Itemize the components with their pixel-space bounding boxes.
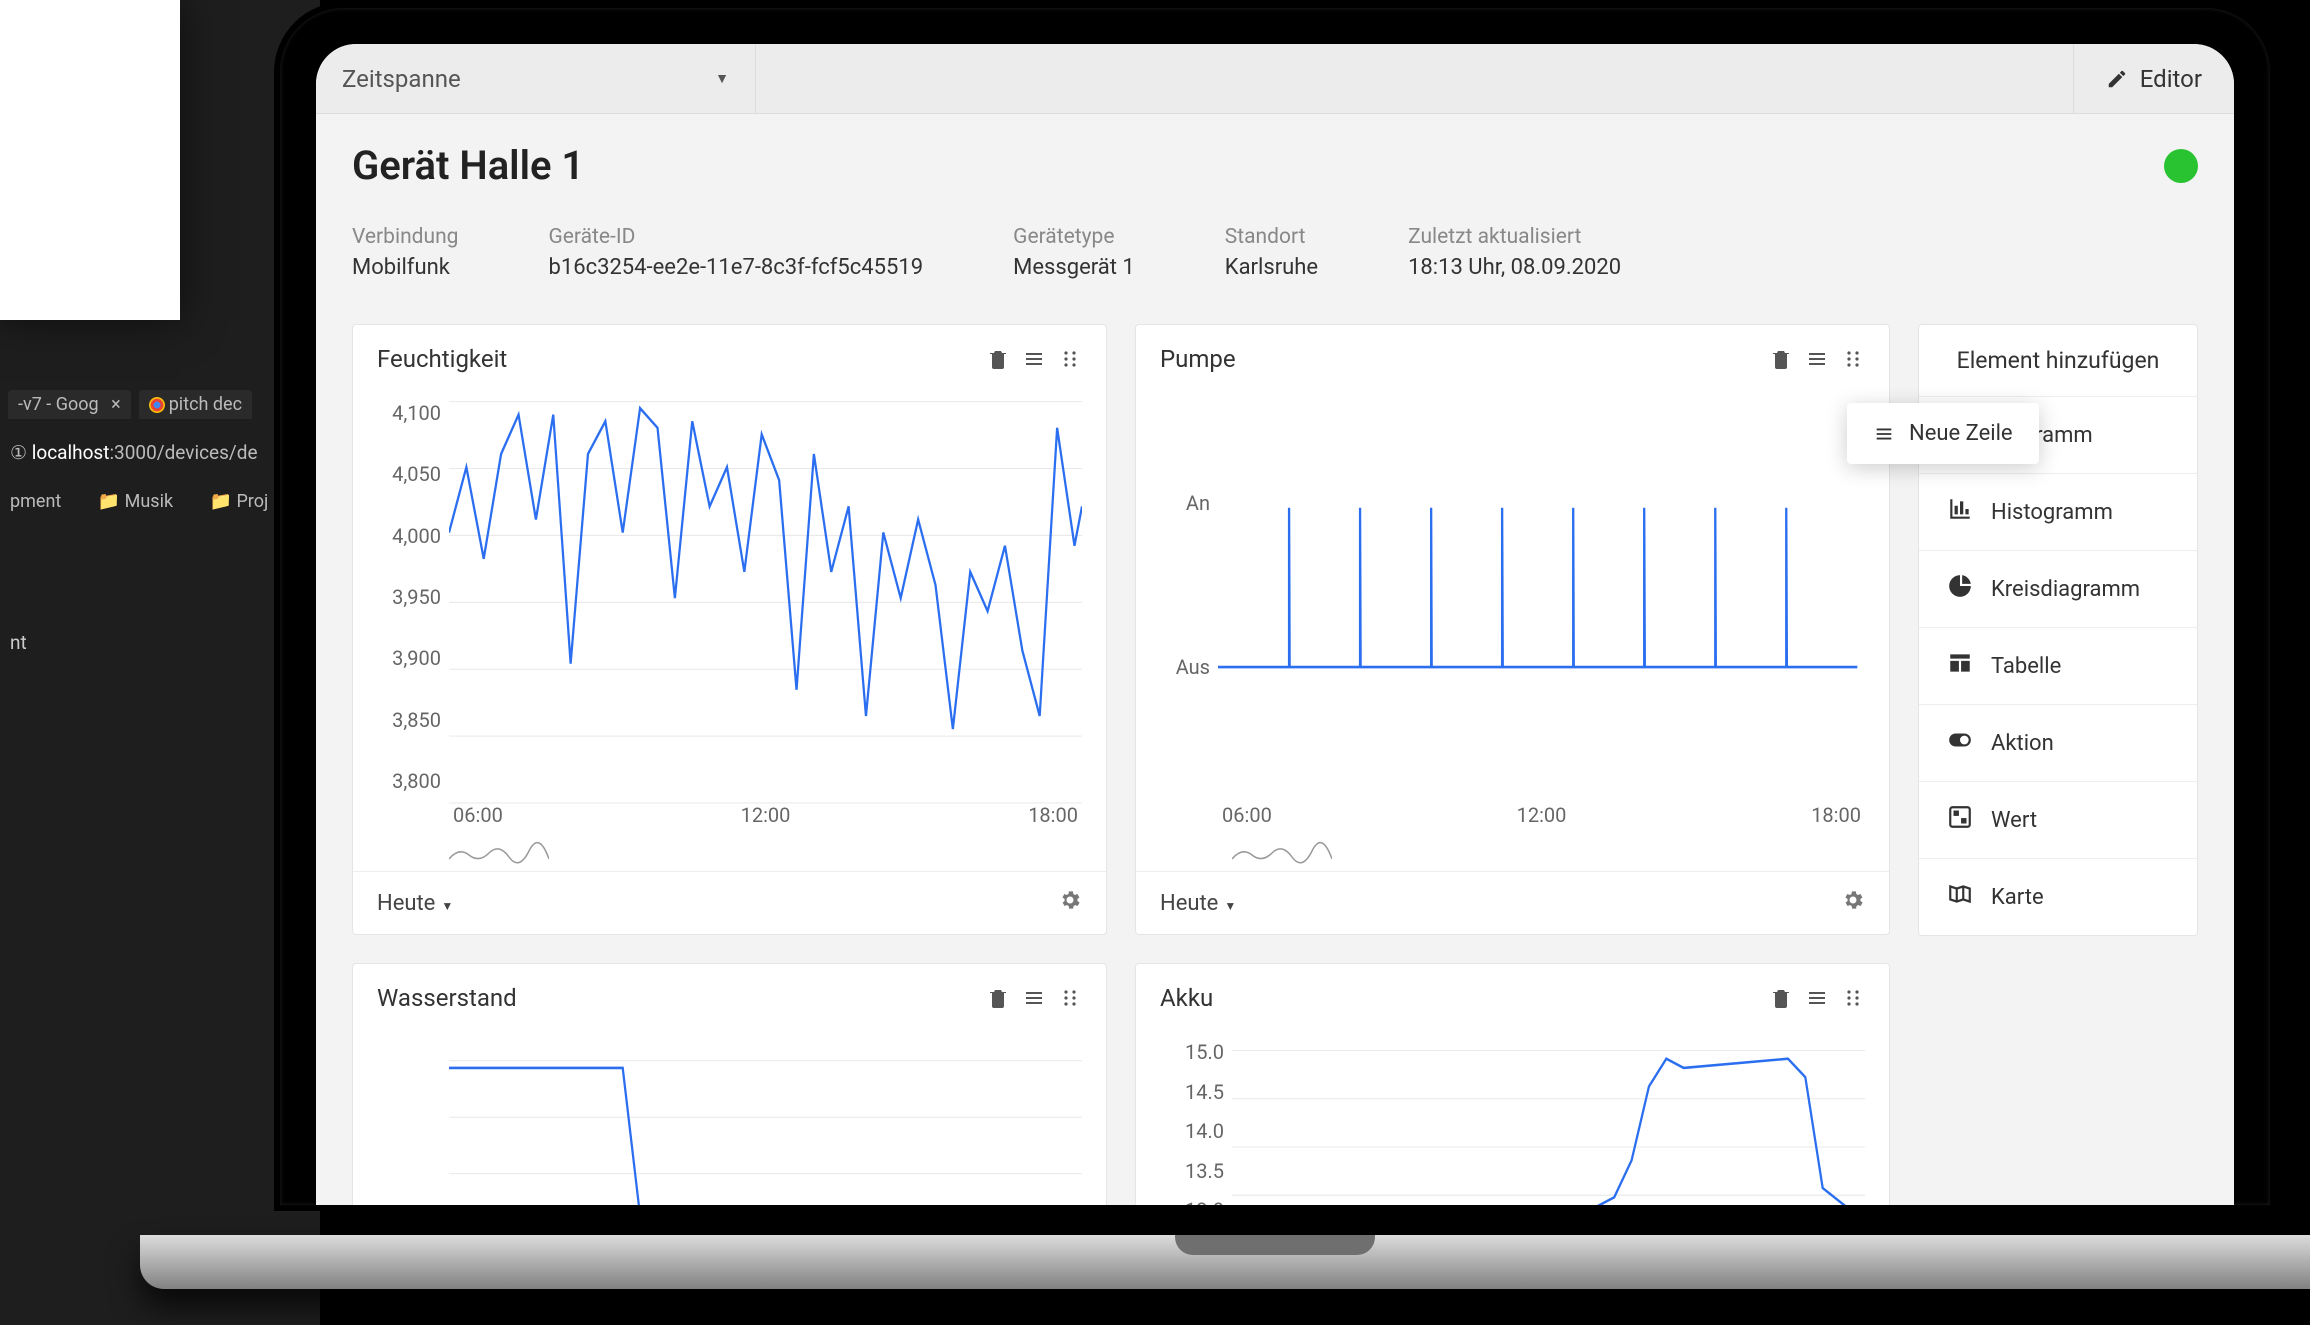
meta-field: Geräte-ID b16c3254-ee2e-11e7-8c3f-fcf5c45…	[548, 225, 923, 280]
chart-plot-area[interactable]	[449, 1030, 1082, 1205]
list-icon[interactable]	[1022, 986, 1046, 1010]
chart-plot-area[interactable]: 06:0012:0018:00	[449, 391, 1082, 837]
panel-item-icon	[1947, 496, 1973, 528]
panel-item-icon	[1947, 573, 1973, 605]
card-pumpe: Pumpe AnAus	[1135, 324, 1890, 935]
meta-label: Verbindung	[352, 225, 458, 249]
panel-item-label: Kreisdiagramm	[1991, 577, 2140, 602]
list-icon	[1873, 423, 1895, 445]
chart-y-axis: 4,1004,0504,0003,9503,9003,8503,800	[377, 391, 449, 837]
background-white-window	[0, 0, 180, 320]
panel-item-icon	[1947, 650, 1973, 682]
card-feuchtigkeit: Feuchtigkeit 4,1004,0504,0003,9503,9003,…	[352, 324, 1107, 935]
panel-item-icon	[1947, 727, 1973, 759]
bookmark-item[interactable]: pment	[10, 491, 61, 512]
meta-value: Karlsruhe	[1225, 255, 1318, 280]
meta-field: Gerätetype Messgerät 1	[1013, 225, 1135, 280]
drag-handle-icon[interactable]	[1058, 347, 1082, 371]
meta-value: Messgerät 1	[1013, 255, 1135, 280]
meta-label: Zuletzt aktualisiert	[1408, 225, 1621, 249]
chart-y-axis: 15.014.514.013.513.0	[1160, 1030, 1232, 1205]
browser-bookmarks: pment Musik Proj	[0, 485, 310, 518]
delete-icon[interactable]	[1769, 347, 1793, 371]
meta-field: Verbindung Mobilfunk	[352, 225, 458, 280]
browser-address-bar[interactable]: ① localhost:3000/devices/de	[0, 435, 268, 470]
caret-down-icon: ▼	[715, 70, 729, 87]
new-row-popup[interactable]: Neue Zeile	[1847, 403, 2039, 464]
meta-label: Geräte-ID	[548, 225, 923, 249]
meta-field: Zuletzt aktualisiert 18:13 Uhr, 08.09.202…	[1408, 225, 1621, 280]
card-akku: Akku 15.014.514.013.513.0	[1135, 963, 1890, 1205]
card-title: Akku	[1160, 984, 1213, 1012]
panel-item-histogramm[interactable]: Histogramm	[1919, 473, 2197, 550]
status-indicator	[2164, 149, 2198, 183]
pencil-icon	[2106, 68, 2128, 90]
panel-item-label: Histogramm	[1991, 500, 2113, 525]
timespan-selector[interactable]: Zeitspanne ▼	[316, 44, 756, 113]
meta-label: Standort	[1225, 225, 1318, 249]
list-icon[interactable]	[1022, 347, 1046, 371]
panel-item-label: Karte	[1991, 885, 2044, 910]
editor-button[interactable]: Editor	[2073, 44, 2234, 113]
bookmark-folder[interactable]: Musik	[98, 491, 173, 512]
page-title: Gerät Halle 1	[352, 142, 584, 189]
chart-brush[interactable]	[449, 841, 1082, 865]
browser-tab[interactable]: -v7 - Goog ×	[8, 390, 131, 419]
add-element-title: Element hinzufügen	[1919, 325, 2197, 396]
panel-item-aktion[interactable]: Aktion	[1919, 704, 2197, 781]
laptop-mockup: Zeitspanne ▼ Editor Gerät Halle 1 Verbin…	[280, 8, 2270, 1325]
panel-item-label: Wert	[1991, 808, 2037, 833]
delete-icon[interactable]	[986, 347, 1010, 371]
chart-brush[interactable]	[1232, 841, 1865, 865]
delete-icon[interactable]	[986, 986, 1010, 1010]
panel-item-wert[interactable]: Wert	[1919, 781, 2197, 858]
drag-handle-icon[interactable]	[1058, 986, 1082, 1010]
bookmark-folder[interactable]: Proj	[210, 491, 269, 512]
page-title-row: Gerät Halle 1	[352, 142, 2198, 189]
meta-value: Mobilfunk	[352, 255, 458, 280]
background-browser-window: -v7 - Goog × pitch dec ① localhost:3000/…	[0, 0, 320, 1325]
chart-x-axis: 06:0012:0018:00	[449, 803, 1082, 837]
browser-tabs: -v7 - Goog × pitch dec	[0, 390, 260, 419]
list-icon[interactable]	[1805, 347, 1829, 371]
card-title: Feuchtigkeit	[377, 345, 507, 373]
dashboard-app: Zeitspanne ▼ Editor Gerät Halle 1 Verbin…	[316, 44, 2234, 1205]
meta-value: 18:13 Uhr, 08.09.2020	[1408, 255, 1621, 280]
meta-field: Standort Karlsruhe	[1225, 225, 1318, 280]
panel-item-kreisdiagramm[interactable]: Kreisdiagramm	[1919, 550, 2197, 627]
card-wasserstand: Wasserstand .	[352, 963, 1107, 1205]
new-row-label: Neue Zeile	[1909, 421, 2013, 446]
chart-y-axis: AnAus	[1160, 391, 1218, 837]
page-sidebar-fragment: nt	[0, 625, 37, 660]
browser-tab[interactable]: pitch dec	[139, 390, 252, 419]
editor-label: Editor	[2140, 65, 2202, 93]
panel-item-karte[interactable]: Karte	[1919, 858, 2197, 935]
gear-icon[interactable]	[1058, 888, 1082, 918]
chart-x-axis: 06:0012:0018:00	[1218, 803, 1865, 837]
list-icon[interactable]	[1805, 986, 1829, 1010]
panel-item-icon	[1947, 804, 1973, 836]
gear-icon[interactable]	[1841, 888, 1865, 918]
add-element-panel: Element hinzufügen Neue Zeile DiagrammHi…	[1918, 324, 2198, 936]
panel-item-label: Tabelle	[1991, 654, 2061, 679]
delete-icon[interactable]	[1769, 986, 1793, 1010]
panel-item-tabelle[interactable]: Tabelle	[1919, 627, 2197, 704]
meta-label: Gerätetype	[1013, 225, 1135, 249]
card-title: Wasserstand	[377, 984, 517, 1012]
device-meta: Verbindung Mobilfunk Geräte-ID b16c3254-ee2…	[352, 225, 2198, 280]
panel-item-label: Aktion	[1991, 731, 2054, 756]
timespan-label: Zeitspanne	[342, 65, 461, 93]
app-toolbar: Zeitspanne ▼ Editor	[316, 44, 2234, 114]
drag-handle-icon[interactable]	[1841, 347, 1865, 371]
card-title: Pumpe	[1160, 345, 1236, 373]
card-footer-range[interactable]: Heute▼	[377, 891, 453, 916]
meta-value: b16c3254-ee2e-11e7-8c3f-fcf5c45519	[548, 255, 923, 280]
drag-handle-icon[interactable]	[1841, 986, 1865, 1010]
card-footer-range[interactable]: Heute▼	[1160, 891, 1236, 916]
panel-item-icon	[1947, 881, 1973, 913]
chart-plot-area[interactable]: 06:0012:0018:00	[1218, 391, 1865, 837]
chart-plot-area[interactable]	[1232, 1030, 1865, 1205]
